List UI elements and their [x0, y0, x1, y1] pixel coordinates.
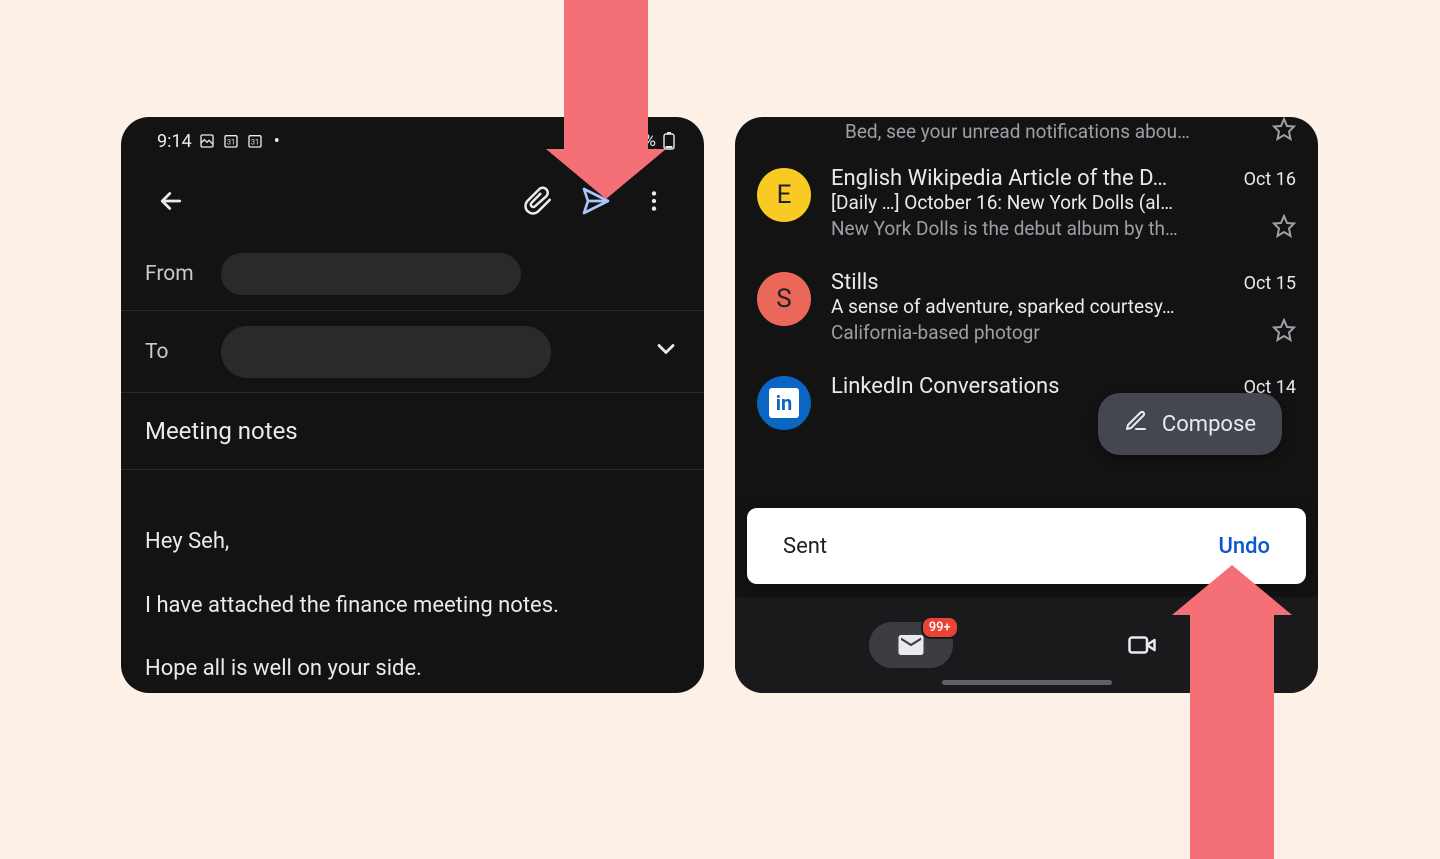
email-body-text: Hey Seh, I have attached the finance mee…	[145, 529, 559, 682]
status-time: 9:14	[157, 131, 192, 152]
avatar-linkedin-icon: in	[757, 376, 811, 430]
subject-text: Meeting notes	[145, 417, 298, 445]
to-field-row: To	[121, 311, 704, 393]
avatar: E	[757, 168, 811, 222]
mail-item[interactable]: E English Wikipedia Article of the D… Oc…	[735, 152, 1318, 256]
mail-preview: California-based photogr	[831, 321, 1264, 344]
to-label: To	[145, 340, 203, 364]
nav-mail-button[interactable]: 99+	[869, 622, 953, 668]
mail-date: Oct 16	[1244, 169, 1296, 190]
email-body-field[interactable]: Hey Seh, I have attached the finance mee…	[121, 470, 704, 693]
mail-sender: English Wikipedia Article of the D…	[831, 166, 1236, 191]
back-button[interactable]	[147, 177, 195, 225]
mail-subject: A sense of adventure, sparked courtesy…	[831, 295, 1296, 318]
mail-date: Oct 15	[1244, 273, 1296, 294]
mail-subject: [Daily …] October 16: New York Dolls (al…	[831, 191, 1296, 214]
star-icon[interactable]	[1272, 117, 1296, 146]
gallery-icon	[198, 132, 216, 150]
subject-field[interactable]: Meeting notes	[121, 393, 704, 470]
status-dot: •	[270, 131, 280, 152]
from-label: From	[145, 262, 203, 286]
callout-arrow-undo	[1190, 565, 1274, 859]
pencil-icon	[1124, 409, 1148, 439]
snackbar-text: Sent	[783, 534, 827, 559]
svg-text:31: 31	[227, 137, 235, 146]
battery-icon	[660, 132, 678, 150]
mail-item[interactable]: S Stills Oct 15 A sense of adventure, sp…	[735, 256, 1318, 360]
from-field-row: From	[121, 237, 704, 311]
mail-sender: Stills	[831, 270, 1236, 295]
mail-item-partial[interactable]: Bed, see your unread notifications abou…	[735, 117, 1318, 152]
undo-button[interactable]: Undo	[1218, 534, 1270, 559]
expand-recipients-button[interactable]	[652, 335, 680, 369]
compose-button[interactable]: Compose	[1098, 393, 1282, 455]
from-field[interactable]	[221, 253, 521, 295]
to-field[interactable]	[221, 326, 551, 378]
mail-preview: Bed, see your unread notifications abou…	[845, 120, 1272, 143]
calendar-icon: 31	[222, 132, 240, 150]
unread-badge: 99+	[921, 616, 959, 639]
star-icon[interactable]	[1272, 318, 1296, 346]
star-icon[interactable]	[1272, 214, 1296, 242]
mail-preview: New York Dolls is the debut album by th…	[831, 217, 1264, 240]
nav-meet-button[interactable]	[1100, 622, 1184, 668]
svg-text:31: 31	[251, 137, 259, 146]
avatar: S	[757, 272, 811, 326]
phone-compose-screen: 9:14 31 31 • 5%	[121, 117, 704, 693]
calendar-icon: 31	[246, 132, 264, 150]
home-handle[interactable]	[942, 680, 1112, 685]
compose-label: Compose	[1162, 412, 1256, 437]
callout-arrow-send	[564, 0, 648, 199]
